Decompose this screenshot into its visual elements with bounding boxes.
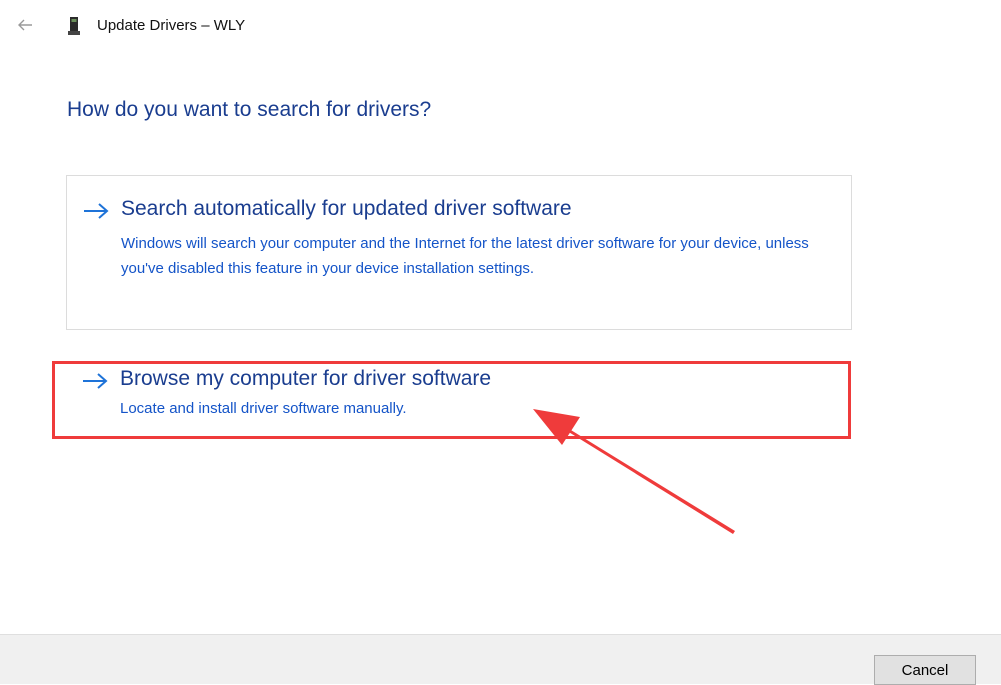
right-arrow-icon (84, 203, 109, 219)
window-title: Update Drivers – WLY (97, 17, 246, 34)
device-icon (68, 17, 80, 35)
option-description: Windows will search your computer and th… (121, 235, 809, 277)
page-heading: How do you want to search for drivers? (67, 98, 432, 121)
back-arrow-icon[interactable] (16, 16, 34, 34)
footer-bar (0, 634, 1001, 684)
search-automatically-option[interactable]: Search automatically for updated driver … (66, 175, 852, 330)
cancel-button[interactable]: Cancel (874, 655, 976, 685)
title-bar: Update Drivers – WLY (0, 0, 1001, 52)
annotation-arrow-icon (533, 409, 735, 534)
option-title: Search automatically for updated driver … (121, 197, 572, 220)
